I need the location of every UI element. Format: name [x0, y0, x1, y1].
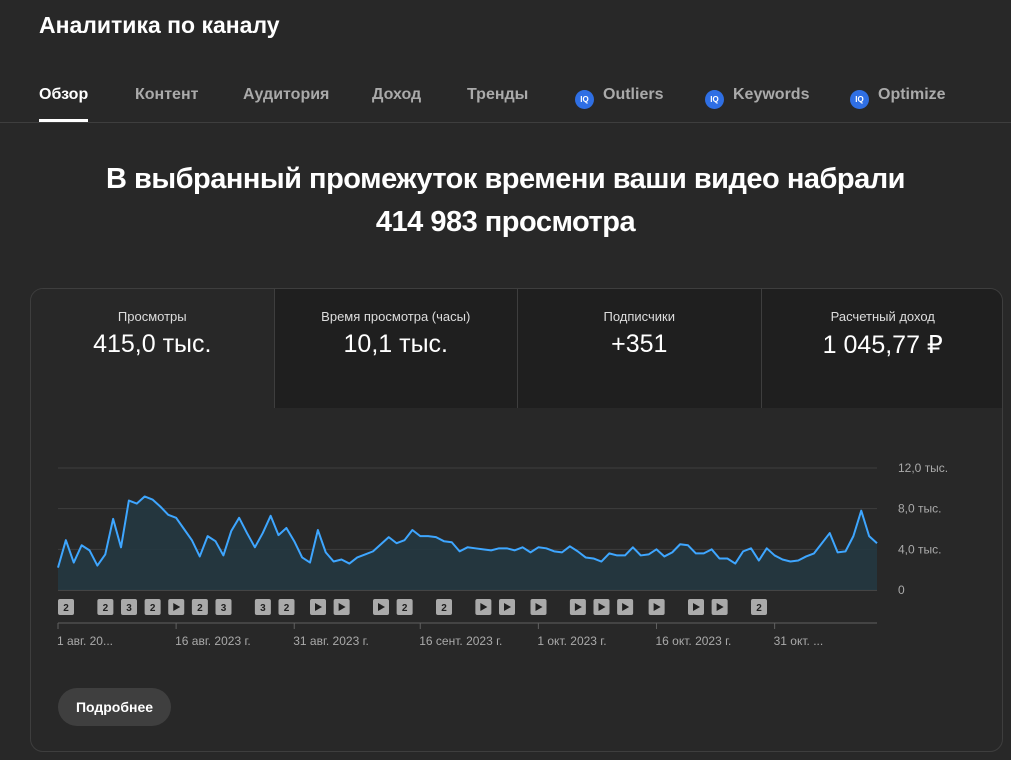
more-details-button[interactable]: Подробнее	[58, 688, 171, 726]
marker-count: 3	[126, 603, 132, 614]
metric-value: 415,0 тыс.	[93, 330, 212, 358]
y-tick-label: 0	[898, 583, 905, 597]
marker-count: 2	[63, 603, 69, 614]
marker-count: 2	[284, 603, 290, 614]
metric-value: 1 045,77 ₽	[822, 331, 943, 359]
tab-optimize[interactable]: IQ Optimize	[850, 70, 946, 122]
metric-subscribers[interactable]: Подписчики +351	[517, 289, 761, 408]
metric-value: 10,1 тыс.	[343, 330, 448, 358]
metric-label: Расчетный доход	[830, 309, 935, 324]
x-tick-label: 16 окт. 2023 г.	[656, 634, 732, 648]
y-tick-label: 12,0 тыс.	[898, 461, 948, 475]
marker-count: 2	[103, 603, 109, 614]
overview-card: Просмотры 415,0 тыс. Время просмотра (ча…	[30, 288, 1003, 752]
tab-overview[interactable]: Обзор	[39, 70, 89, 122]
marker-count: 3	[221, 603, 227, 614]
marker-count: 3	[260, 603, 266, 614]
vidiq-icon: IQ	[850, 90, 869, 109]
vidiq-icon: IQ	[575, 90, 594, 109]
metric-label: Время просмотра (часы)	[321, 309, 471, 324]
views-area	[58, 496, 877, 590]
x-tick-label: 1 авг. 20...	[57, 634, 113, 648]
y-tick-label: 4,0 тыс.	[898, 542, 941, 556]
y-tick-label: 8,0 тыс.	[898, 502, 941, 516]
tab-audience[interactable]: Аудитория	[243, 70, 329, 122]
analytics-tabs: Обзор Контент Аудитория Доход Тренды IQ O…	[0, 70, 1011, 123]
tab-outliers[interactable]: IQ Outliers	[575, 70, 663, 122]
page-title: Аналитика по каналу	[39, 12, 280, 38]
headline-text: В выбранный промежуток времени ваши виде…	[106, 163, 905, 195]
tab-content[interactable]: Контент	[135, 70, 198, 122]
headline-total-views: 414 983 просмотра	[375, 206, 636, 238]
x-tick-label: 1 окт. 2023 г.	[537, 634, 606, 648]
metric-revenue[interactable]: Расчетный доход 1 045,77 ₽	[760, 289, 1002, 408]
views-headline: В выбранный промежуток времени ваши виде…	[0, 158, 1011, 244]
marker-count: 2	[197, 603, 203, 614]
marker-count: 2	[150, 603, 156, 614]
tab-revenue[interactable]: Доход	[372, 70, 421, 122]
metric-label: Просмотры	[117, 309, 187, 324]
x-tick-label: 16 авг. 2023 г.	[175, 634, 251, 648]
marker-count: 2	[402, 603, 408, 614]
marker-count: 2	[756, 603, 762, 614]
metric-value: +351	[611, 330, 668, 358]
vidiq-icon: IQ	[705, 90, 724, 109]
metric-label: Подписчики	[603, 309, 675, 324]
x-tick-label: 16 сент. 2023 г.	[419, 634, 502, 648]
tab-keywords[interactable]: IQ Keywords	[705, 70, 809, 122]
marker-count: 2	[441, 603, 447, 614]
metric-watch-time[interactable]: Время просмотра (часы) 10,1 тыс.	[273, 289, 517, 408]
x-tick-label: 31 окт. ...	[774, 634, 824, 648]
metric-views[interactable]: Просмотры 415,0 тыс.	[31, 289, 274, 408]
tab-trends[interactable]: Тренды	[467, 70, 528, 122]
x-tick-label: 31 авг. 2023 г.	[293, 634, 369, 648]
metric-tabs: Просмотры 415,0 тыс. Время просмотра (ча…	[31, 289, 1002, 408]
views-chart: 12,0 тыс. 8,0 тыс. 4,0 тыс. 0 2 2 3 2 2 3 3 2 2 2 2 1 а…	[57, 461, 948, 648]
